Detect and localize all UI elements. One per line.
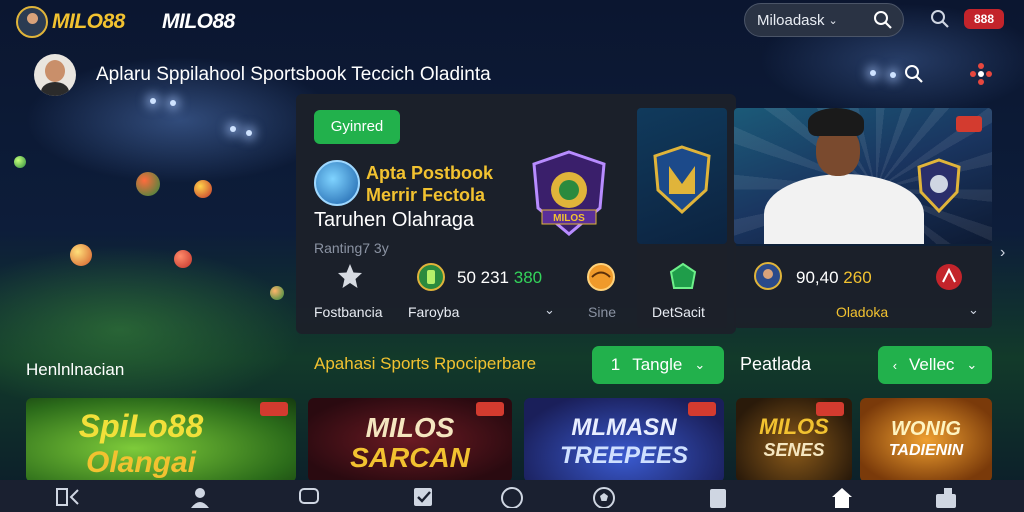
player-cap	[808, 108, 864, 136]
grid-back-icon[interactable]	[56, 486, 80, 508]
select-label: Vellec	[909, 355, 955, 374]
brand-logo-icon[interactable]	[16, 6, 48, 38]
top-bar: MILO88 MILO88 Miloadask ⌄ 888	[0, 0, 1024, 42]
shield-emblem-icon: MILOS	[532, 150, 606, 236]
score-accent: 380	[513, 268, 543, 287]
shield-emblem-icon	[653, 145, 711, 215]
star-icon[interactable]	[336, 262, 364, 290]
tile-line2: TREEPEES	[559, 442, 689, 469]
game-tile[interactable]: SpiLo88 Olangai	[26, 398, 296, 482]
orange-ball-icon[interactable]	[586, 262, 616, 292]
chevron-down-icon[interactable]: ⌄	[544, 302, 555, 318]
search-icon[interactable]	[904, 64, 924, 84]
notification-badge[interactable]: 888	[964, 9, 1004, 29]
game-tile[interactable]: MLMASN TREEPEES	[524, 398, 724, 482]
promo-title-line1: Apta Postbook	[366, 163, 494, 183]
stat-label: Fostbancia	[314, 304, 383, 320]
section-label: Henlnlnacian	[26, 360, 125, 379]
filter-number: 1	[610, 355, 621, 374]
select-button[interactable]: ‹ Vellec ⌄	[878, 346, 992, 384]
shield-emblem-icon	[917, 158, 961, 214]
stat-label: Faroyba	[408, 304, 460, 320]
stat-label: Sine	[588, 304, 617, 320]
tile-line1: MILOS	[759, 414, 829, 439]
game-card[interactable]	[637, 108, 727, 244]
score-value: 90,40	[796, 268, 839, 287]
section-label: Peatlada	[740, 354, 812, 374]
search-icon[interactable]	[873, 10, 893, 30]
game-tile[interactable]: MILOS SARCAN	[308, 398, 512, 482]
clipboard-icon[interactable]	[706, 486, 730, 508]
promo-subtitle: Taruhen Olahraga	[314, 209, 475, 231]
filter-label: Tangle	[632, 355, 683, 374]
game-tile[interactable]: WONIG TADIENIN	[860, 398, 992, 482]
chevron-right-icon[interactable]: ›	[1000, 244, 1005, 262]
brand-logo-text-alt[interactable]: MILO88	[162, 10, 235, 34]
tile-line1: WONIG	[891, 418, 961, 440]
tile-line2: SARCAN	[350, 442, 470, 473]
user-menu[interactable]: Miloadask ⌄	[744, 3, 904, 37]
section-title: Apahasi Sports Rpociperbare	[314, 354, 537, 373]
hot-tag-icon	[816, 402, 844, 416]
promo-title-line2: Merrir Fectola	[366, 185, 486, 205]
score-value: 50 231	[457, 268, 509, 287]
menu-dots-icon[interactable]	[970, 63, 992, 85]
sportsbook-logo-icon	[314, 160, 360, 206]
tile-line1: MLMASN	[571, 414, 677, 441]
player-banner[interactable]	[734, 108, 992, 244]
tile-line2: Olangai	[85, 446, 197, 479]
chat-icon[interactable]	[298, 486, 322, 508]
tile-line1: SpiLo88	[78, 408, 204, 444]
filter-dropdown[interactable]: 1 Tangle ⌄	[592, 346, 724, 384]
score-accent: 260	[843, 268, 872, 287]
ranking-text: Ranting7 3y	[314, 240, 389, 256]
home-icon[interactable]	[830, 486, 854, 508]
gift-icon[interactable]	[934, 486, 958, 508]
player-figure	[764, 174, 924, 244]
circle-icon[interactable]	[500, 486, 524, 508]
game-tile[interactable]: MILOS SENES	[736, 398, 852, 482]
hot-tag-icon	[260, 402, 288, 416]
status-badge[interactable]: Gyinred	[314, 110, 400, 144]
checklist-icon[interactable]	[412, 486, 436, 508]
chevron-down-icon: ⌄	[828, 14, 838, 27]
stat-label: DetSacit	[652, 304, 705, 320]
floating-ball	[14, 156, 26, 168]
tile-line2: TADIENIN	[888, 442, 964, 459]
floating-ball	[136, 172, 160, 196]
stat-label: Oladoka	[836, 304, 889, 320]
football-icon[interactable]	[592, 486, 616, 508]
gem-icon[interactable]	[668, 262, 698, 292]
chevron-down-icon: ⌄	[966, 357, 978, 372]
hot-tag-icon	[688, 402, 716, 416]
hot-tag-icon	[956, 116, 982, 132]
search-icon[interactable]	[930, 9, 950, 29]
chevron-down-icon: ⌄	[694, 357, 706, 372]
hot-tag-icon	[476, 402, 504, 416]
red-badge-icon[interactable]	[934, 262, 964, 292]
chevron-left-icon: ‹	[892, 357, 898, 373]
stat-score: 50 231 380	[457, 268, 542, 288]
tile-line2: SENES	[763, 440, 825, 460]
tile-line1: MILOS	[365, 412, 455, 443]
player-avatar-icon[interactable]	[754, 262, 782, 290]
chevron-down-icon[interactable]: ⌄	[968, 302, 979, 318]
stat-score: 90,40 260	[796, 268, 872, 288]
floating-ball	[270, 286, 284, 300]
brand-logo-text[interactable]: MILO88	[52, 10, 125, 34]
user-icon[interactable]	[188, 486, 212, 508]
floating-ball	[70, 244, 92, 266]
promo-title: Apta Postbook Merrir Fectola	[366, 162, 493, 206]
floating-ball	[194, 180, 212, 198]
page-title: Aplaru Sppilahool Sportsbook Teccich Ola…	[96, 64, 491, 85]
green-coin-icon[interactable]	[416, 262, 446, 292]
shield-text: MILOS	[553, 213, 585, 224]
user-menu-label: Miloadask	[757, 11, 825, 29]
floating-ball	[174, 250, 192, 268]
avatar[interactable]	[34, 54, 76, 96]
